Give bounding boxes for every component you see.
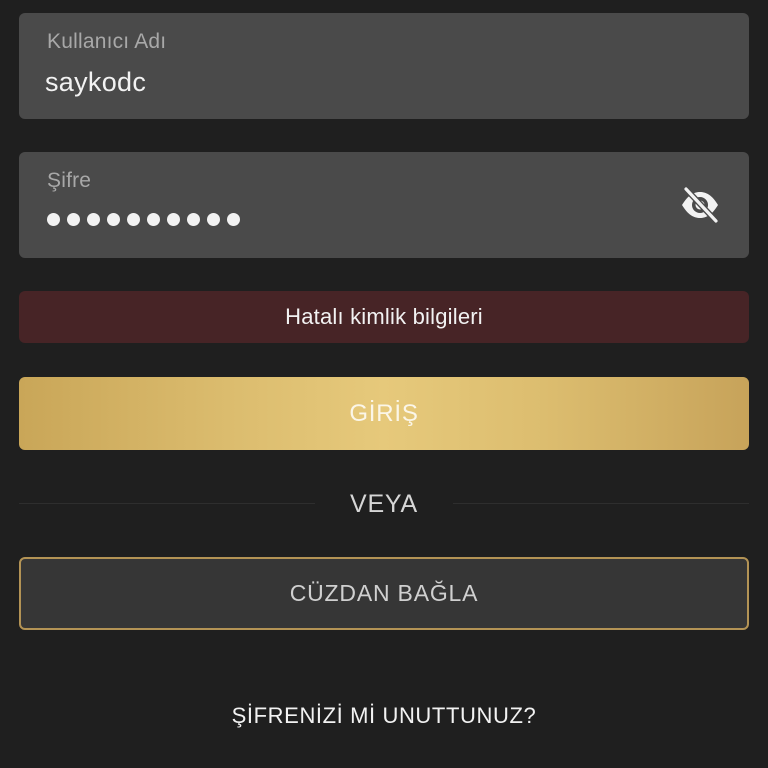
login-screen: Kullanıcı Adı saykodc Şifre Hatalı kimli… xyxy=(0,0,768,768)
forgot-password-link[interactable]: ŞİFRENİZİ Mİ UNUTTUNUZ? xyxy=(0,703,768,729)
password-masked-value[interactable] xyxy=(47,213,240,226)
password-field[interactable]: Şifre xyxy=(19,152,749,258)
password-dot xyxy=(207,213,220,226)
or-label: VEYA xyxy=(349,490,419,518)
login-button[interactable]: GİRİŞ xyxy=(19,377,749,450)
password-dot xyxy=(227,213,240,226)
username-field[interactable]: Kullanıcı Adı saykodc xyxy=(19,13,749,119)
eye-off-icon xyxy=(682,186,719,224)
password-dot xyxy=(47,213,60,226)
password-dot xyxy=(187,213,200,226)
password-dot xyxy=(87,213,100,226)
password-label: Şifre xyxy=(47,169,92,192)
connect-wallet-button[interactable]: CÜZDAN BAĞLA xyxy=(19,557,749,630)
password-dot xyxy=(167,213,180,226)
password-dot xyxy=(67,213,80,226)
username-value[interactable]: saykodc xyxy=(45,67,146,98)
username-label: Kullanıcı Adı xyxy=(47,30,167,53)
error-message: Hatalı kimlik bilgileri xyxy=(19,291,749,343)
password-dot xyxy=(147,213,160,226)
show-password-button[interactable] xyxy=(677,182,723,228)
password-dot xyxy=(107,213,120,226)
or-divider: VEYA xyxy=(19,480,749,526)
password-dot xyxy=(127,213,140,226)
